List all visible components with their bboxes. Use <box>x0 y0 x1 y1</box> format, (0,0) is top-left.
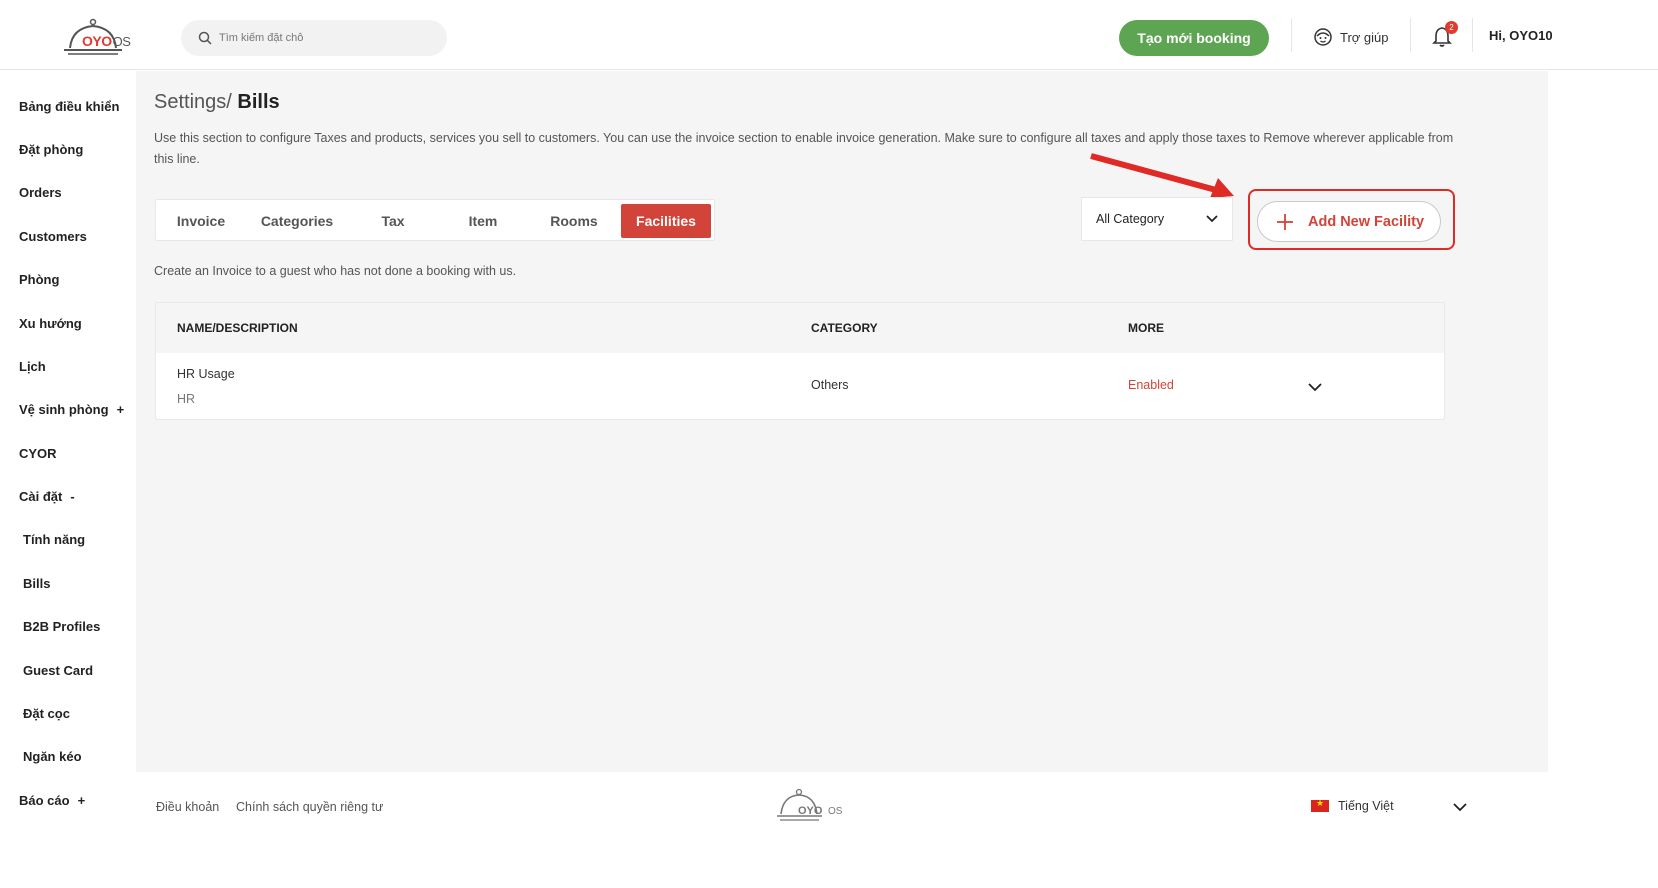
row-category: Others <box>811 378 849 392</box>
chevron-down-icon <box>1206 215 1218 223</box>
expand-icon[interactable]: + <box>117 402 125 417</box>
tab-invoice[interactable]: Invoice <box>162 204 240 238</box>
add-new-facility-button[interactable]: Add New Facility <box>1257 201 1441 242</box>
sidebar-item-customers[interactable]: Customers <box>19 229 87 244</box>
sidebar-item-b2b-profiles[interactable]: B2B Profiles <box>23 619 100 634</box>
tab-rooms[interactable]: Rooms <box>534 204 614 238</box>
search-input[interactable] <box>219 28 429 48</box>
sidebar-item-features[interactable]: Tính năng <box>23 532 85 547</box>
tab-bar: Invoice Categories Tax Item Rooms Facili… <box>155 199 715 241</box>
tab-tax[interactable]: Tax <box>354 204 432 238</box>
sidebar-item-calendar[interactable]: Lịch <box>19 359 46 374</box>
divider <box>1291 18 1292 52</box>
language-label: Tiếng Việt <box>1338 799 1394 813</box>
collapse-icon[interactable]: - <box>70 489 74 504</box>
main-content <box>136 71 1548 772</box>
column-header-name: NAME/DESCRIPTION <box>177 321 298 335</box>
chevron-down-icon[interactable] <box>1308 382 1322 392</box>
privacy-link[interactable]: Chính sách quyền riêng tư <box>236 800 383 814</box>
divider <box>1410 18 1411 52</box>
sidebar-item-guest-card[interactable]: Guest Card <box>23 663 93 678</box>
row-description: HR <box>177 392 196 406</box>
notification-button[interactable]: 2 <box>1432 21 1458 48</box>
facilities-table: NAME/DESCRIPTION CATEGORY MORE HR Usage … <box>155 302 1445 420</box>
top-header: OYOOS Tạo mới booking Trợ giúp 2 Hi, OYO… <box>0 0 1658 70</box>
row-name: HR Usage <box>177 367 235 381</box>
logo-text: OYOOS <box>82 33 131 49</box>
tab-facilities[interactable]: Facilities <box>621 204 711 238</box>
sidebar-item-bills[interactable]: Bills <box>23 576 50 591</box>
sidebar-item-housekeeping[interactable]: Vệ sinh phòng + <box>19 402 124 417</box>
help-button[interactable]: Trợ giúp <box>1313 26 1389 48</box>
breadcrumb: Settings/ Bills <box>154 91 280 114</box>
status-badge: Enabled <box>1128 378 1174 392</box>
sidebar-item-deposit[interactable]: Đặt cọc <box>23 706 70 721</box>
sidebar-item-trends[interactable]: Xu hướng <box>19 316 82 331</box>
column-header-category: CATEGORY <box>811 321 878 335</box>
column-header-more: MORE <box>1128 321 1164 335</box>
sidebar-item-drawer[interactable]: Ngăn kéo <box>23 749 82 764</box>
tab-categories[interactable]: Categories <box>250 204 344 238</box>
table-header: NAME/DESCRIPTION CATEGORY MORE <box>156 303 1444 353</box>
language-selector[interactable]: Tiếng Việt <box>1311 798 1394 813</box>
category-filter-value: All Category <box>1096 212 1165 226</box>
search-icon <box>198 31 212 45</box>
sidebar-item-reports[interactable]: Báo cáo + <box>19 793 85 808</box>
terms-link[interactable]: Điều khoản <box>156 800 219 814</box>
breadcrumb-separator: / <box>226 91 232 113</box>
chevron-down-icon[interactable] <box>1453 802 1467 812</box>
vietnam-flag-icon <box>1311 798 1329 812</box>
sidebar-item-dashboard[interactable]: Bảng điều khiển <box>19 99 119 114</box>
add-new-facility-label: Add New Facility <box>1308 213 1425 230</box>
plus-icon <box>1277 213 1293 230</box>
svg-text:OYO: OYO <box>798 805 823 817</box>
page-description: Use this section to configure Taxes and … <box>154 131 1454 166</box>
sidebar-item-orders[interactable]: Orders <box>19 185 62 200</box>
sidebar-item-bookings[interactable]: Đặt phòng <box>19 142 83 157</box>
sidebar: Bảng điều khiển Đặt phòng Orders Custome… <box>0 71 136 888</box>
tab-item[interactable]: Item <box>444 204 522 238</box>
page-title: Bills <box>237 91 280 113</box>
breadcrumb-parent[interactable]: Settings <box>154 91 226 113</box>
svg-text:OS: OS <box>828 806 843 817</box>
notification-badge: 2 <box>1445 21 1458 34</box>
expand-icon[interactable]: + <box>78 793 86 808</box>
support-icon <box>1314 28 1332 46</box>
section-note: Create an Invoice to a guest who has not… <box>154 264 517 278</box>
sidebar-item-cyor[interactable]: CYOR <box>19 446 57 461</box>
sidebar-item-settings[interactable]: Cài đặt - <box>19 489 75 504</box>
new-booking-button[interactable]: Tạo mới booking <box>1119 20 1269 56</box>
oyo-footer-logo-icon: OYO OS <box>777 788 843 821</box>
search-bar[interactable] <box>181 20 447 56</box>
annotation-arrow-icon <box>1090 153 1234 198</box>
category-filter-dropdown[interactable]: All Category <box>1081 197 1233 241</box>
sidebar-item-rooms[interactable]: Phòng <box>19 272 59 287</box>
divider <box>1472 18 1473 52</box>
user-greeting[interactable]: Hi, OYO10 <box>1489 28 1553 43</box>
help-label: Trợ giúp <box>1340 29 1389 45</box>
right-margin <box>1548 71 1658 888</box>
